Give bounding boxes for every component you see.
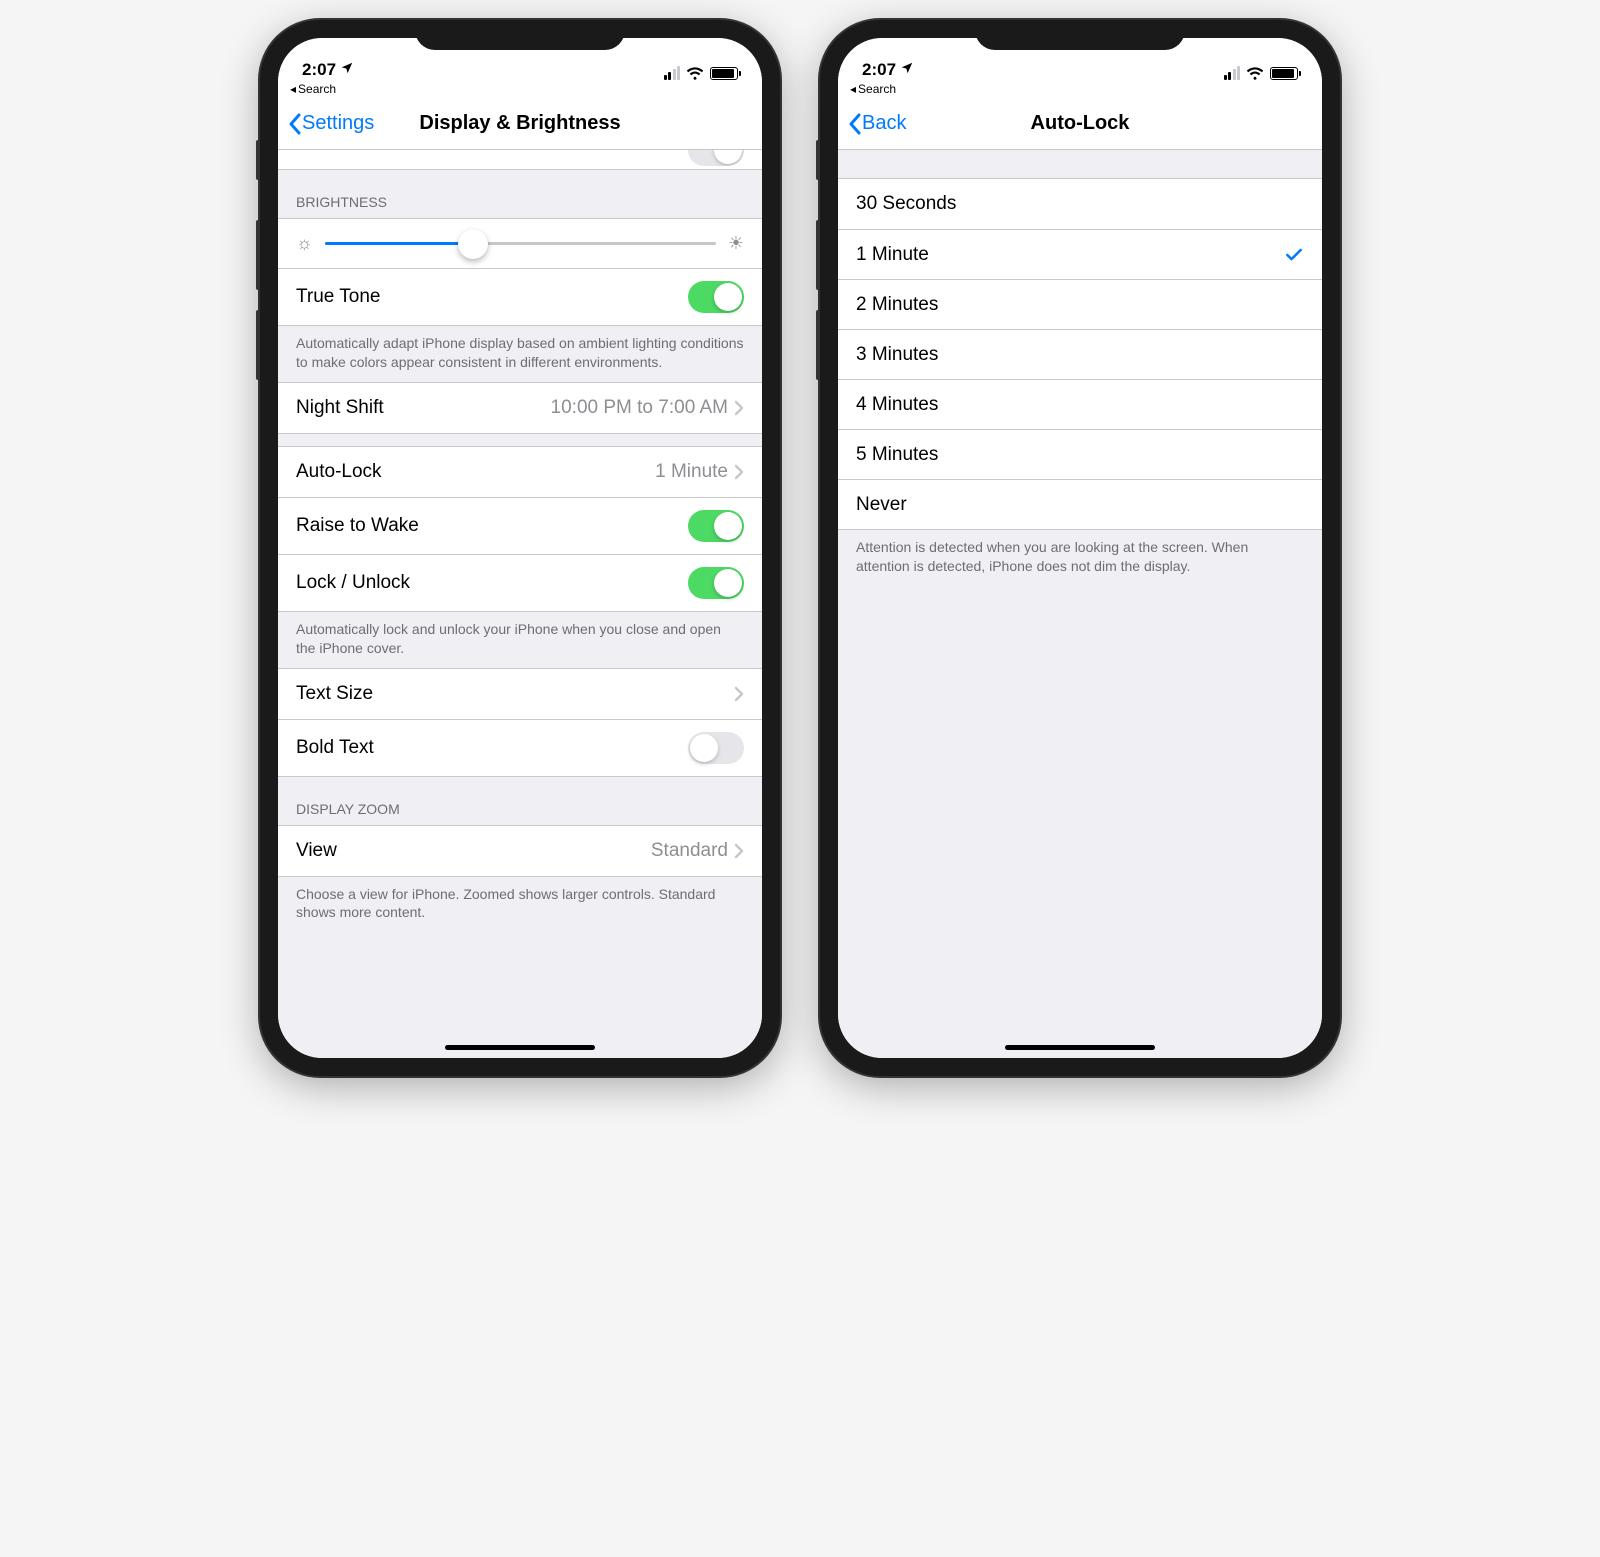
zoom-footer: Choose a view for iPhone. Zoomed shows l… [278,877,762,933]
view-detail: Standard [651,840,728,862]
slider-fill [325,242,474,245]
autolock-footer: Attention is detected when you are looki… [838,530,1322,586]
wifi-icon [686,66,704,80]
checkmark-icon [1284,245,1304,265]
truetone-label: True Tone [296,286,688,308]
nightshift-detail: 10:00 PM to 7:00 AM [551,397,728,419]
chevron-right-icon [734,464,744,480]
autolock-option-row[interactable]: 3 Minutes [838,329,1322,379]
view-label: View [296,840,651,862]
status-time: 2:07 [302,60,336,80]
sun-min-icon: ☼ [296,233,313,254]
truetone-footer: Automatically adapt iPhone display based… [278,326,762,382]
option-label: 5 Minutes [856,444,1304,466]
location-arrow-icon [900,60,914,80]
slider-thumb[interactable] [458,229,488,259]
boldtext-label: Bold Text [296,737,688,759]
nav-title: Auto-Lock [838,112,1322,135]
breadcrumb[interactable]: ◂ Search [278,82,762,98]
raise-to-wake-row: Raise to Wake [278,497,762,554]
notch [415,20,625,50]
truetone-toggle[interactable] [688,281,744,313]
screen-left: 2:07 ◂ Search Settings Display & B [278,38,762,1058]
nav-bar: Back Auto-Lock [838,98,1322,150]
phone-right: 2:07 ◂ Search Back Auto-Lock [820,20,1340,1076]
battery-icon [1270,67,1298,80]
back-caret-icon: ◂ [850,82,856,96]
bold-text-row: Bold Text [278,719,762,776]
content-left: BRIGHTNESS ☼ ☀ True Tone Automatically a… [278,150,762,1058]
option-label: 30 Seconds [856,193,1304,215]
autolock-row[interactable]: Auto-Lock 1 Minute [278,447,762,497]
location-arrow-icon [340,60,354,80]
nightshift-row[interactable]: Night Shift 10:00 PM to 7:00 AM [278,383,762,433]
breadcrumb[interactable]: ◂ Search [838,82,1322,98]
back-caret-icon: ◂ [290,82,296,96]
previous-row-peek [278,150,762,170]
nav-back-button[interactable]: Back [848,112,906,135]
autolock-detail: 1 Minute [655,461,728,483]
notch [975,20,1185,50]
lockunlock-footer: Automatically lock and unlock your iPhon… [278,612,762,668]
zoom-header: DISPLAY ZOOM [278,777,762,825]
cellular-signal-icon [664,66,681,80]
raise-toggle[interactable] [688,510,744,542]
autolock-option-row[interactable]: 4 Minutes [838,379,1322,429]
autolock-option-row[interactable]: 5 Minutes [838,429,1322,479]
autolock-option-row[interactable]: 2 Minutes [838,279,1322,329]
nav-bar: Settings Display & Brightness [278,98,762,150]
lockunlock-toggle[interactable] [688,567,744,599]
nightshift-label: Night Shift [296,397,551,419]
chevron-right-icon [734,686,744,702]
phone-left: 2:07 ◂ Search Settings Display & B [260,20,780,1076]
nav-back-label: Settings [302,112,374,135]
brightness-slider[interactable] [325,242,716,245]
toggle-peek [688,150,744,166]
option-label: 3 Minutes [856,344,1304,366]
cellular-signal-icon [1224,66,1241,80]
status-time: 2:07 [862,60,896,80]
truetone-row: True Tone [278,268,762,325]
chevron-right-icon [734,400,744,416]
boldtext-toggle[interactable] [688,732,744,764]
breadcrumb-label: Search [858,82,896,96]
content-right: 30 Seconds 1 Minute 2 Minutes 3 Minutes 4 Mi… [838,150,1322,1058]
lock-unlock-row: Lock / Unlock [278,554,762,611]
autolock-option-row[interactable]: 30 Seconds [838,179,1322,229]
home-indicator[interactable] [1005,1045,1155,1050]
screen-right: 2:07 ◂ Search Back Auto-Lock [838,38,1322,1058]
sun-max-icon: ☀ [728,233,744,254]
nav-back-button[interactable]: Settings [288,112,374,135]
home-indicator[interactable] [445,1045,595,1050]
option-label: 1 Minute [856,244,1284,266]
raise-label: Raise to Wake [296,515,688,537]
autolock-label: Auto-Lock [296,461,655,483]
option-label: 2 Minutes [856,294,1304,316]
wifi-icon [1246,66,1264,80]
battery-icon [710,67,738,80]
autolock-option-row[interactable]: Never [838,479,1322,529]
text-size-row[interactable]: Text Size [278,669,762,719]
nav-back-label: Back [862,112,906,135]
brightness-slider-row: ☼ ☀ [278,219,762,268]
lockunlock-label: Lock / Unlock [296,572,688,594]
brightness-header: BRIGHTNESS [278,170,762,218]
autolock-option-row[interactable]: 1 Minute [838,229,1322,279]
breadcrumb-label: Search [298,82,336,96]
chevron-right-icon [734,843,744,859]
view-row[interactable]: View Standard [278,826,762,876]
textsize-label: Text Size [296,683,734,705]
option-label: Never [856,494,1304,516]
option-label: 4 Minutes [856,394,1304,416]
